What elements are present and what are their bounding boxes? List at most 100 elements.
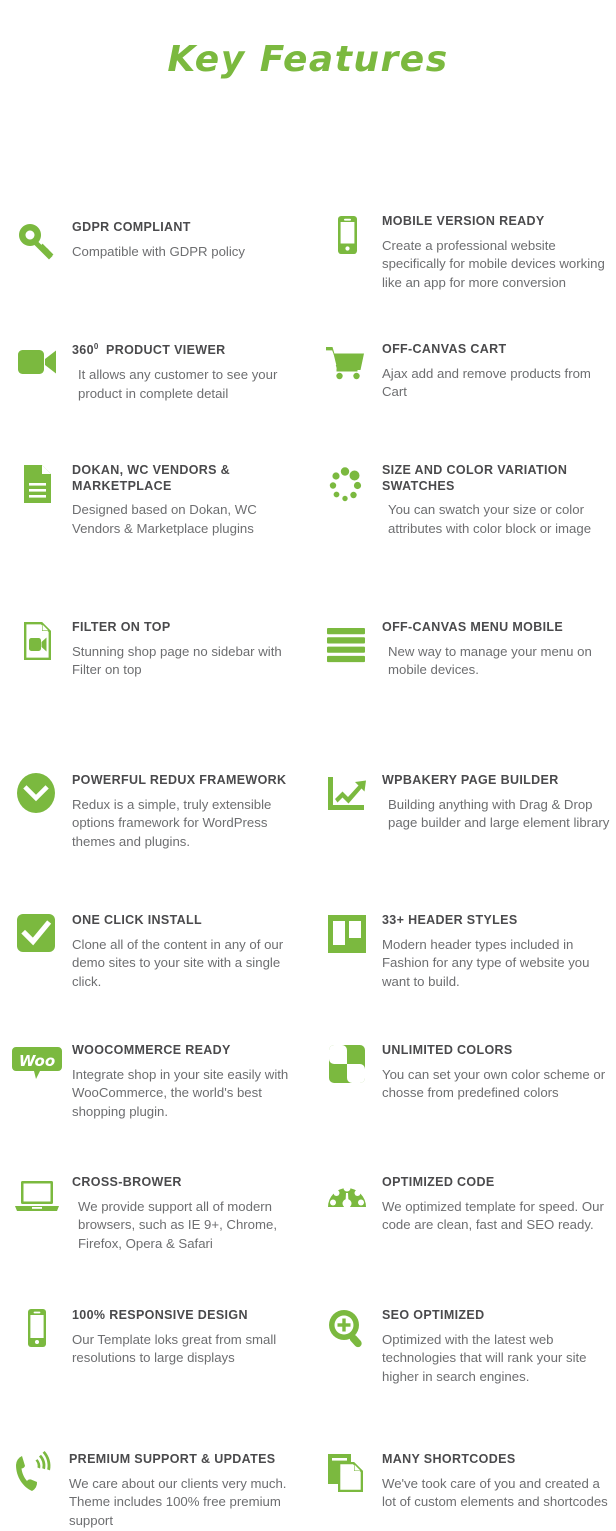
feature-body: CROSS-BROWER We provide support all of m…	[72, 1173, 300, 1254]
feature-title: DOKAN, WC VENDORS & MARKETPLACE	[72, 463, 231, 493]
speedometer-icon	[320, 1173, 374, 1227]
feature-body: OFF-CANVAS CART Ajax add and remove prod…	[382, 340, 612, 402]
feature-title: OPTIMIZED CODE	[382, 1175, 495, 1189]
feature-responsive-design: 100% RESPONSIVE DESIGN Our Template loks…	[10, 1306, 300, 1368]
feature-body: SEO OPTIMIZED Optimized with the latest …	[382, 1306, 612, 1387]
check-square-icon	[10, 911, 64, 965]
feature-body: PREMIUM SUPPORT & UPDATES We care about …	[69, 1450, 307, 1531]
shopping-cart-icon	[320, 340, 374, 394]
video-document-icon	[10, 618, 64, 672]
feature-filter-on-top: FILTER ON TOP Stunning shop page no side…	[10, 618, 300, 680]
feature-size-and-color-variation-swatches: SIZE AND COLOR VARIATION SWATCHES You ca…	[320, 461, 612, 539]
document-lines-icon	[10, 461, 64, 515]
feature-wpbakery-page-builder: WPBAKERY PAGE BUILDER Building anything …	[320, 771, 612, 833]
smartphone-icon	[10, 1306, 64, 1360]
svg-text:Woo: Woo	[19, 1052, 55, 1070]
feature-seo-optimized: SEO OPTIMIZED Optimized with the latest …	[320, 1306, 612, 1387]
feature-title: SEO OPTIMIZED	[382, 1308, 485, 1322]
page-title: Key Features	[167, 39, 449, 80]
feature-desc: Designed based on Dokan, WC Vendors & Ma…	[72, 502, 257, 536]
feature-body: ONE CLICK INSTALL Clone all of the conte…	[72, 911, 300, 992]
hamburger-menu-icon	[320, 618, 374, 672]
feature-body: 33+ HEADER STYLES Modern header types in…	[382, 911, 612, 992]
feature-title: UNLIMITED COLORS	[382, 1043, 513, 1057]
key-icon	[10, 218, 64, 272]
feature-desc: Our Template loks great from small resol…	[72, 1331, 277, 1366]
feature-desc: Integrate shop in your site easily with …	[72, 1066, 289, 1120]
checkerboard-icon	[320, 1041, 374, 1095]
feature-body: FILTER ON TOP Stunning shop page no side…	[72, 618, 300, 680]
layout-columns-icon	[320, 911, 374, 965]
feature-title: GDPR COMPLIANT	[72, 220, 191, 234]
feature-optimized-code: OPTIMIZED CODE We optimized template for…	[320, 1173, 612, 1235]
feature-desc: Optimized with the latest web technologi…	[382, 1331, 587, 1385]
feature-desc: Building anything with Drag & Drop page …	[388, 796, 610, 831]
feature-title: WPBAKERY PAGE BUILDER	[382, 773, 559, 787]
feature-body: WPBAKERY PAGE BUILDER Building anything …	[382, 771, 612, 833]
feature-title: 33+ HEADER STYLES	[382, 913, 518, 927]
feature-off-canvas-menu-mobile: OFF-CANVAS MENU MOBILE New way to manage…	[320, 618, 612, 680]
feature-desc: It allows any customer to see your produ…	[78, 366, 278, 401]
feature-body: 3600 PRODUCT VIEWER It allows any custom…	[72, 340, 300, 403]
feature-body: UNLIMITED COLORS You can set your own co…	[382, 1041, 612, 1103]
feature-title: OFF-CANVAS MENU MOBILE	[382, 620, 564, 634]
feature-title: SIZE AND COLOR VARIATION SWATCHES	[382, 463, 568, 493]
feature-title: PREMIUM SUPPORT & UPDATES	[69, 1452, 276, 1466]
feature-desc: Stunning shop page no sidebar with Filte…	[72, 643, 282, 678]
feature-body: DOKAN, WC VENDORS & MARKETPLACE Designed…	[72, 461, 300, 539]
feature-premium-support-updates: PREMIUM SUPPORT & UPDATES We care about …	[7, 1450, 307, 1531]
feature-desc: You can swatch your size or color attrib…	[388, 502, 592, 536]
mobile-phone-icon	[320, 212, 374, 266]
feature-desc: You can set your own color scheme or cho…	[382, 1066, 606, 1101]
feature-desc: Modern header types included in Fashion …	[382, 936, 590, 990]
ringing-phone-icon	[7, 1450, 61, 1504]
feature-title: OFF-CANVAS CART	[382, 342, 507, 356]
feature-360-product-viewer: 3600 PRODUCT VIEWER It allows any custom…	[10, 340, 300, 403]
feature-title: 3600 PRODUCT VIEWER	[72, 342, 226, 358]
feature-title: CROSS-BROWER	[72, 1175, 182, 1189]
feature-body: POWERFUL REDUX FRAMEWORK Redux is a simp…	[72, 771, 310, 852]
feature-body: GDPR COMPLIANT Compatible with GDPR poli…	[72, 218, 300, 261]
chevron-down-circle-icon	[10, 771, 64, 825]
woo-bubble-icon: Woo	[10, 1041, 64, 1095]
feature-title: MANY SHORTCODES	[382, 1452, 516, 1466]
feature-desc: We optimized template for speed. Our cod…	[382, 1198, 604, 1233]
feature-desc: New way to manage your menu on mobile de…	[388, 643, 592, 678]
magnifier-plus-icon	[320, 1306, 374, 1360]
feature-title: WOOCOMMERCE READY	[72, 1043, 231, 1057]
feature-desc: Create a professional website specifical…	[382, 237, 605, 291]
feature-desc: We've took care of you and created a lot…	[382, 1475, 608, 1510]
feature-desc: Compatible with GDPR policy	[72, 243, 245, 259]
feature-cross-brower: CROSS-BROWER We provide support all of m…	[10, 1173, 300, 1254]
feature-body: OFF-CANVAS MENU MOBILE New way to manage…	[382, 618, 612, 680]
feature-off-canvas-cart: OFF-CANVAS CART Ajax add and remove prod…	[320, 340, 612, 402]
dot-spinner-icon	[320, 461, 374, 515]
feature-dokan-wc-vendors-marketplace: DOKAN, WC VENDORS & MARKETPLACE Designed…	[10, 461, 300, 539]
feature-header-styles: 33+ HEADER STYLES Modern header types in…	[320, 911, 612, 992]
feature-body: MOBILE VERSION READY Create a profession…	[382, 212, 612, 293]
growth-chart-icon	[320, 771, 374, 825]
feature-desc: Clone all of the content in any of our d…	[72, 936, 284, 990]
feature-desc: We care about our clients very much. The…	[69, 1475, 287, 1529]
feature-title: FILTER ON TOP	[72, 620, 171, 634]
feature-body: 100% RESPONSIVE DESIGN Our Template loks…	[72, 1306, 300, 1368]
feature-desc: Ajax add and remove products from Cart	[382, 365, 591, 400]
feature-desc: We provide support all of modern browser…	[78, 1198, 277, 1252]
feature-desc: Redux is a simple, truly extensible opti…	[72, 796, 272, 850]
feature-body: OPTIMIZED CODE We optimized template for…	[382, 1173, 612, 1235]
feature-body: MANY SHORTCODES We've took care of you a…	[382, 1450, 612, 1512]
feature-woocommerce-ready: Woo WOOCOMMERCE READY Integrate shop in …	[10, 1041, 310, 1122]
feature-powerful-redux-framework: POWERFUL REDUX FRAMEWORK Redux is a simp…	[10, 771, 310, 852]
feature-title: 100% RESPONSIVE DESIGN	[72, 1308, 248, 1322]
feature-body: SIZE AND COLOR VARIATION SWATCHES You ca…	[382, 461, 612, 539]
feature-unlimited-colors: UNLIMITED COLORS You can set your own co…	[320, 1041, 612, 1103]
feature-gdpr-compliant: GDPR COMPLIANT Compatible with GDPR poli…	[10, 218, 300, 272]
degree-superscript: 0	[93, 342, 99, 351]
feature-body: WOOCOMMERCE READY Integrate shop in your…	[72, 1041, 310, 1122]
feature-many-shortcodes: MANY SHORTCODES We've took care of you a…	[320, 1450, 612, 1512]
feature-title: POWERFUL REDUX FRAMEWORK	[72, 773, 287, 787]
feature-title: ONE CLICK INSTALL	[72, 913, 203, 927]
feature-one-click-install: ONE CLICK INSTALL Clone all of the conte…	[10, 911, 300, 992]
copy-documents-icon	[320, 1450, 374, 1504]
feature-mobile-version-ready: MOBILE VERSION READY Create a profession…	[320, 212, 612, 293]
